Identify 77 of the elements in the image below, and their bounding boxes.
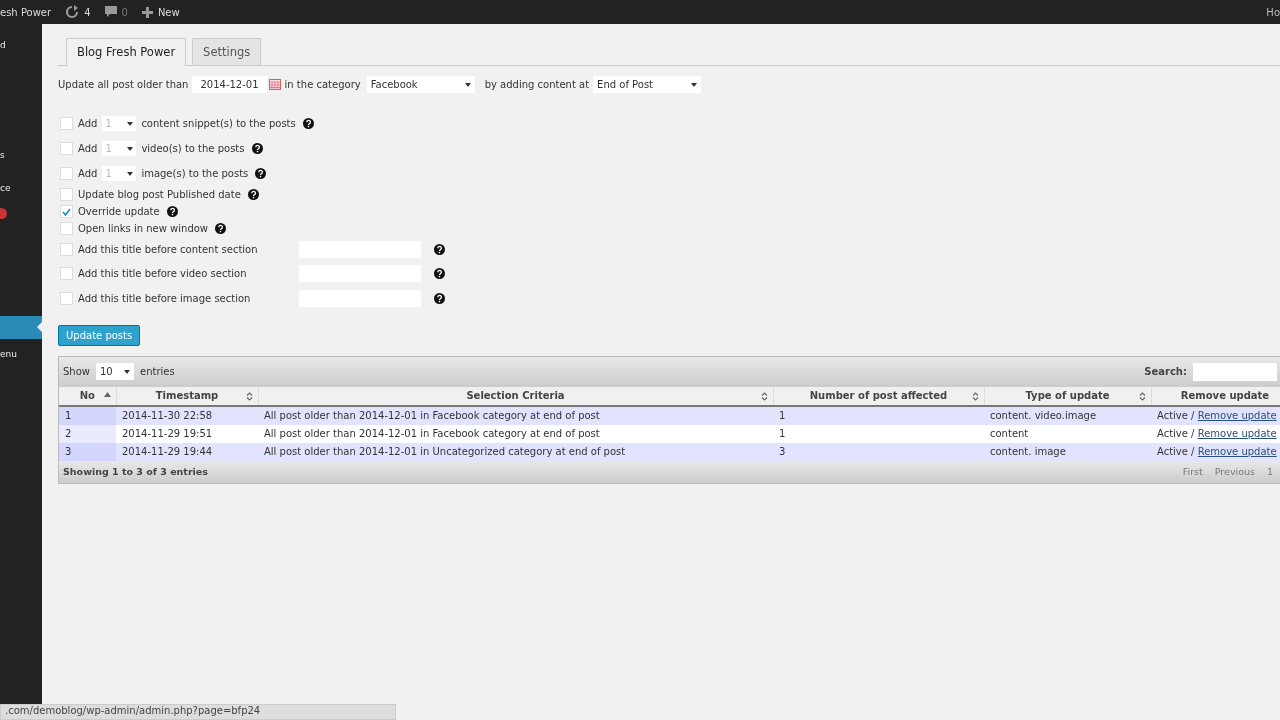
date-field[interactable]: 2014-12-01 — [192, 76, 267, 93]
tab[interactable]: Settings — [192, 38, 262, 65]
new-link[interactable]: New — [141, 6, 180, 18]
help-icon[interactable] — [434, 268, 445, 280]
site-name-link[interactable]: esh Power — [0, 6, 52, 18]
status-text: Active / — [1157, 428, 1195, 439]
checkbox[interactable] — [60, 142, 73, 155]
checkbox[interactable] — [60, 167, 73, 180]
sort-icon — [760, 391, 768, 401]
option-label: Add — [78, 143, 98, 154]
menu-item[interactable]: enu — [0, 348, 42, 360]
remove-update-link[interactable]: Remove update — [1197, 446, 1277, 457]
help-icon[interactable] — [255, 168, 267, 179]
current-menu-item[interactable] — [0, 316, 42, 339]
calendar-icon[interactable] — [268, 79, 281, 90]
menu-item[interactable]: ce — [0, 182, 42, 194]
category-select[interactable]: Facebook — [366, 76, 475, 93]
help-icon[interactable] — [247, 189, 259, 200]
checkbox[interactable] — [60, 222, 73, 235]
show-label: Show — [63, 366, 90, 377]
remove-update-link[interactable]: Remove update — [1197, 410, 1277, 421]
notification-badge — [0, 208, 7, 219]
status-text: Active / — [1157, 446, 1195, 457]
option-label: Open links in new window — [78, 223, 209, 234]
sort-icon — [971, 391, 979, 401]
help-icon[interactable] — [302, 118, 314, 129]
help-icon[interactable] — [215, 223, 227, 234]
option-label: Update blog post Published date — [78, 189, 241, 200]
help-icon[interactable] — [434, 243, 445, 255]
dropdown-arrow-icon — [464, 82, 471, 87]
search-label: Search: — [1144, 366, 1187, 377]
dropdown-arrow-icon — [127, 121, 134, 126]
dropdown-arrow-icon — [124, 369, 130, 374]
comment-icon — [104, 6, 117, 18]
page-size-select[interactable]: 10 — [96, 363, 134, 380]
option-label: Add this title before content section — [78, 243, 259, 255]
menu-item[interactable]: s — [0, 149, 42, 161]
sort-icon — [245, 391, 253, 401]
help-icon[interactable] — [434, 292, 445, 304]
checkbox[interactable] — [60, 267, 73, 281]
dropdown-arrow-icon — [127, 146, 134, 151]
option-label: Override update — [78, 206, 160, 217]
option-label: Add this title before image section — [78, 292, 252, 304]
plus-icon — [141, 6, 153, 18]
account-link[interactable]: Ho — [1266, 6, 1280, 18]
position-select[interactable]: End of Post — [593, 76, 702, 93]
checkbox[interactable] — [60, 188, 73, 201]
remove-update-link[interactable]: Remove update — [1197, 428, 1277, 439]
sort-ascending-icon — [103, 391, 111, 397]
option-label: Add this title before video section — [78, 268, 248, 280]
checkbox[interactable] — [60, 205, 73, 218]
entries-label: entries — [140, 366, 175, 377]
option-label: Add — [78, 118, 98, 129]
search-field[interactable] — [1193, 362, 1277, 381]
filter-label: by adding content at — [484, 79, 590, 90]
checkbox[interactable] — [60, 242, 73, 256]
table-info: Showing 1 to 3 of 3 entries — [63, 466, 208, 477]
checkbox[interactable] — [60, 291, 73, 305]
updates-link[interactable]: 4 — [65, 5, 91, 19]
help-icon[interactable] — [251, 143, 263, 154]
option-label: Add — [78, 168, 98, 179]
help-icon[interactable] — [166, 206, 178, 217]
filter-label: Update all post older than — [58, 79, 189, 90]
comments-link[interactable]: 0 — [104, 6, 128, 18]
status-text: Active / — [1157, 410, 1195, 421]
dropdown-arrow-icon — [691, 82, 698, 87]
filter-label: in the category — [284, 79, 361, 90]
checkbox[interactable] — [60, 117, 73, 130]
option-label: content snippet(s) to the posts — [141, 118, 296, 129]
tab[interactable]: Blog Fresh Power — [66, 38, 187, 66]
option-label: image(s) to the posts — [141, 168, 249, 179]
status-url: .com/demoblog/wp-admin/admin.php?page=bfp24 — [0, 704, 396, 720]
menu-item[interactable]: d — [0, 39, 42, 51]
option-label: video(s) to the posts — [141, 143, 245, 154]
dropdown-arrow-icon — [127, 171, 134, 176]
sort-icon — [1138, 391, 1146, 401]
refresh-icon — [65, 5, 80, 19]
